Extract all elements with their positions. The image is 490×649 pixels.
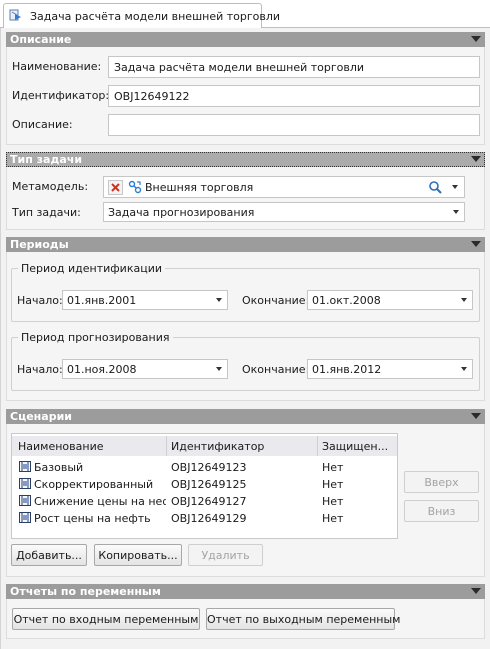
name-field[interactable]: Задача расчёта модели внешней торговли: [108, 56, 480, 78]
scenarios-table[interactable]: Наименование Идентификатор Защищен... Ба…: [11, 433, 398, 539]
table-row[interactable]: Скорректированный OBJ12649125 Нет: [12, 476, 397, 493]
scenario-icon: [19, 512, 31, 523]
metamodel-icon: [128, 180, 142, 194]
description-field[interactable]: [108, 114, 480, 136]
add-scenario-button[interactable]: Добавить...: [11, 544, 87, 566]
section-title: Сценарии: [10, 410, 72, 423]
chevron-down-icon[interactable]: [461, 298, 467, 302]
scenario-protected: Нет: [322, 478, 344, 491]
scenario-protected: Нет: [322, 495, 344, 508]
scenario-icon: [19, 478, 31, 489]
chevron-down-icon[interactable]: [216, 298, 222, 302]
scenario-id: OBJ12649129: [171, 512, 247, 525]
section-title: Периоды: [10, 238, 69, 251]
task-type-value: Задача прогнозирования: [108, 206, 255, 219]
metamodel-value: Внешняя торговля: [145, 181, 254, 194]
forecast-start-label: Начало:: [17, 363, 63, 376]
id-field[interactable]: OBJ12649122: [108, 85, 480, 107]
section-title: Описание: [10, 33, 72, 46]
section-header-periods[interactable]: Периоды: [6, 237, 485, 252]
input-variables-report-button[interactable]: Отчет по входным переменным: [12, 608, 200, 630]
section-header-reports[interactable]: Отчеты по переменным: [6, 584, 485, 599]
section-title: Тип задачи: [10, 153, 83, 166]
forecast-end-label: Окончание:: [242, 363, 310, 376]
metamodel-label: Метамодель:: [12, 180, 89, 193]
forecast-start-value: 01.ноя.2008: [67, 363, 137, 376]
table-row[interactable]: Базовый OBJ12649123 Нет: [12, 459, 397, 476]
chevron-down-icon[interactable]: [461, 367, 467, 371]
collapse-icon[interactable]: [471, 241, 481, 247]
chevron-down-icon[interactable]: [216, 367, 222, 371]
copy-scenario-button[interactable]: Копировать...: [94, 544, 182, 566]
id-label: Идентификатор:: [12, 89, 110, 102]
forecast-period-legend: Период прогнозирования: [18, 331, 173, 344]
tab-strip: Задача расчёта модели внешней торговли: [0, 0, 490, 29]
section-title: Отчеты по переменным: [10, 585, 161, 598]
search-icon[interactable]: [428, 180, 442, 194]
column-header-name[interactable]: Наименование: [18, 440, 166, 453]
ident-end-date[interactable]: 01.окт.2008: [307, 290, 473, 310]
scenario-protected: Нет: [322, 512, 344, 525]
task-type-label: Тип задачи:: [12, 206, 81, 219]
task-type-select[interactable]: Задача прогнозирования: [103, 202, 465, 222]
task-icon: [9, 9, 23, 23]
column-separator[interactable]: [317, 436, 318, 456]
clear-icon[interactable]: [108, 180, 123, 195]
scenario-icon: [19, 495, 31, 506]
chevron-down-icon[interactable]: [452, 185, 458, 189]
tab-task[interactable]: Задача расчёта модели внешней торговли: [3, 3, 280, 29]
ident-end-label: Окончание:: [242, 294, 310, 307]
description-label: Описание:: [12, 118, 73, 131]
table-row[interactable]: Снижение цены на нефть OBJ12649127 Нет: [12, 493, 397, 510]
scenario-name: Рост цены на нефть: [34, 512, 151, 525]
section-header-description[interactable]: Описание: [6, 32, 485, 47]
tab-title: Задача расчёта модели внешней торговли: [30, 10, 281, 23]
scenario-name: Базовый: [34, 461, 84, 474]
scenario-name: Скорректированный: [34, 478, 154, 491]
forecast-end-value: 01.янв.2012: [312, 363, 382, 376]
scenario-name: Снижение цены на нефть: [34, 495, 166, 508]
metamodel-selector[interactable]: Внешняя торговля: [103, 176, 465, 198]
move-up-button[interactable]: Вверх: [404, 471, 479, 493]
ident-start-value: 01.янв.2001: [67, 294, 137, 307]
collapse-icon[interactable]: [471, 588, 481, 594]
delete-scenario-button[interactable]: Удалить: [188, 544, 263, 566]
scenario-id: OBJ12649123: [171, 461, 247, 474]
output-variables-report-button[interactable]: Отчет по выходным переменным: [206, 608, 400, 630]
move-down-button[interactable]: Вниз: [404, 500, 479, 522]
column-header-protected[interactable]: Защищен...: [322, 440, 394, 453]
forecast-start-date[interactable]: 01.ноя.2008: [62, 359, 228, 379]
collapse-icon[interactable]: [471, 156, 481, 162]
scenario-icon: [19, 461, 31, 472]
name-label: Наименование:: [12, 60, 102, 73]
collapse-icon[interactable]: [471, 36, 481, 42]
forecast-end-date[interactable]: 01.янв.2012: [307, 359, 473, 379]
section-header-task-type[interactable]: Тип задачи: [6, 152, 485, 167]
ident-start-label: Начало:: [17, 294, 63, 307]
collapse-icon[interactable]: [471, 413, 481, 419]
chevron-down-icon[interactable]: [453, 210, 459, 214]
ident-start-date[interactable]: 01.янв.2001: [62, 290, 228, 310]
column-header-id[interactable]: Идентификатор: [171, 440, 317, 453]
table-header: Наименование Идентификатор Защищен...: [12, 436, 397, 456]
ident-period-legend: Период идентификации: [18, 262, 165, 275]
scenario-id: OBJ12649125: [171, 478, 247, 491]
ident-end-value: 01.окт.2008: [312, 294, 381, 307]
scenario-id: OBJ12649127: [171, 495, 247, 508]
table-row[interactable]: Рост цены на нефть OBJ12649129 Нет: [12, 510, 397, 527]
section-header-scenarios[interactable]: Сценарии: [6, 409, 485, 424]
scenario-protected: Нет: [322, 461, 344, 474]
column-separator[interactable]: [166, 436, 167, 456]
